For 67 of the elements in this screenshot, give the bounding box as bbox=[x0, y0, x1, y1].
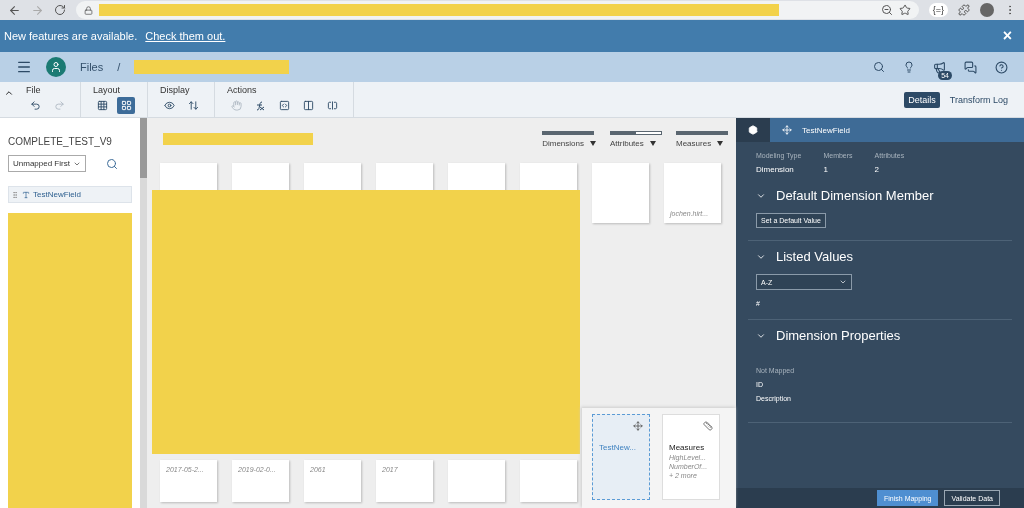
lock-icon bbox=[84, 5, 93, 15]
breadcrumb-link[interactable]: Files bbox=[80, 61, 104, 73]
extension-button[interactable]: {=} bbox=[928, 3, 948, 17]
section-title: Dimension Properties bbox=[776, 328, 901, 343]
stat-value: 2 bbox=[874, 165, 881, 174]
profile-avatar[interactable] bbox=[980, 3, 994, 17]
lightbulb-icon[interactable] bbox=[903, 61, 915, 73]
sort-icon bbox=[187, 100, 199, 111]
megaphone-icon[interactable] bbox=[933, 60, 946, 74]
hand-icon bbox=[230, 100, 242, 111]
text-type-icon bbox=[22, 190, 30, 199]
stat-value: Dimension bbox=[756, 165, 795, 174]
collapse-icon[interactable] bbox=[4, 88, 14, 98]
user-avatar[interactable] bbox=[46, 57, 66, 77]
stat-value: 1 bbox=[823, 165, 829, 174]
panel-tab[interactable] bbox=[736, 118, 770, 142]
toolbar-group-label: File bbox=[26, 85, 42, 95]
view-tab[interactable]: Details bbox=[904, 91, 940, 108]
move-icon bbox=[633, 421, 643, 431]
help-icon[interactable] bbox=[995, 60, 1008, 74]
undo-icon bbox=[29, 100, 41, 111]
dataset-title: COMPLETE_TEST_V9 bbox=[8, 136, 113, 147]
split-box-icon bbox=[326, 100, 338, 111]
caret-icon bbox=[717, 140, 724, 146]
group-card[interactable]: TestNew... bbox=[592, 414, 650, 500]
chevron-down-icon bbox=[839, 278, 847, 286]
function-icon bbox=[255, 100, 265, 111]
view-tab[interactable]: Transform Log bbox=[945, 91, 1012, 108]
move-icon bbox=[782, 125, 792, 135]
filter-toggle[interactable]: Attributes bbox=[610, 130, 662, 148]
column-card bbox=[520, 460, 577, 502]
toolbar-group-label: Layout bbox=[93, 85, 122, 95]
hexagon-icon bbox=[748, 125, 758, 135]
ruler-icon bbox=[703, 421, 713, 431]
columns-icon bbox=[302, 100, 314, 111]
section-title: Listed Values bbox=[776, 249, 854, 264]
column-card bbox=[448, 460, 505, 502]
bookmark-star-icon[interactable] bbox=[898, 4, 911, 16]
caret-icon bbox=[649, 140, 656, 146]
eye-icon bbox=[163, 100, 175, 111]
chat-icon[interactable] bbox=[964, 60, 977, 74]
close-button[interactable]: × bbox=[994, 27, 1020, 45]
back-icon[interactable] bbox=[8, 3, 21, 17]
tiles-icon bbox=[120, 100, 132, 111]
code-box-icon bbox=[278, 100, 290, 111]
zoom-icon[interactable] bbox=[880, 4, 893, 16]
toolbar-group-label: Actions bbox=[227, 85, 258, 95]
column-card bbox=[592, 163, 649, 223]
breadcrumb-separator: / bbox=[117, 61, 121, 73]
reload-icon[interactable] bbox=[54, 4, 66, 16]
toolbar-group-label: Display bbox=[160, 85, 191, 95]
sort-dropdown[interactable]: Unmapped First bbox=[8, 155, 86, 172]
caret-icon bbox=[590, 140, 596, 146]
filter-toggle[interactable]: Dimensions bbox=[542, 130, 596, 148]
field-item[interactable]: TestNewField bbox=[8, 186, 132, 203]
section-title: Default Dimension Member bbox=[776, 188, 934, 203]
search-icon[interactable] bbox=[106, 157, 118, 170]
filter-toggle[interactable]: Measures bbox=[676, 130, 728, 148]
drag-handle-icon bbox=[11, 190, 19, 199]
extensions-icon[interactable] bbox=[958, 4, 970, 16]
toolbar-button[interactable] bbox=[117, 97, 135, 114]
redo-icon bbox=[53, 100, 65, 111]
menu-icon[interactable] bbox=[16, 59, 32, 75]
search-icon[interactable] bbox=[873, 61, 885, 73]
banner-link[interactable]: Check them out. bbox=[145, 30, 226, 42]
grid-icon bbox=[96, 100, 108, 111]
banner-text: New features are available. bbox=[4, 30, 138, 42]
